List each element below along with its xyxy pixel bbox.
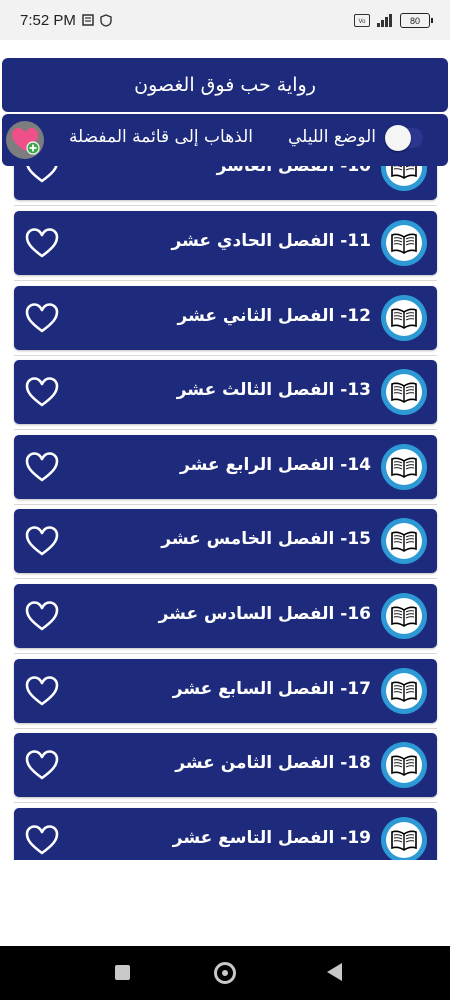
chapter-item[interactable]: 16- الفصل السادس عشر — [14, 584, 437, 648]
divider — [14, 429, 437, 430]
chapter-title: 13- الفصل الثالث عشر — [176, 380, 371, 400]
divider — [14, 205, 437, 206]
heart-outline-icon[interactable] — [24, 524, 60, 558]
book-icon — [381, 369, 427, 415]
chapter-item[interactable]: 19- الفصل التاسع عشر — [14, 808, 437, 860]
heart-outline-icon[interactable] — [24, 599, 60, 633]
app-title-bar: رواية حب فوق الغصون — [2, 58, 448, 112]
status-bar: 7:52 PM Vo 80 — [0, 0, 450, 40]
sim-card-icon — [82, 14, 94, 26]
favorites-link[interactable]: الذهاب إلى قائمة المفضلة — [69, 127, 253, 147]
options-bar: الوضع الليلي الذهاب إلى قائمة المفضلة — [2, 114, 448, 166]
status-time: 7:52 PM — [20, 12, 76, 29]
back-icon[interactable] — [327, 963, 342, 981]
chapter-item[interactable]: 10- الفصل العاشر — [14, 166, 437, 200]
chapter-title: 16- الفصل السادس عشر — [158, 604, 371, 624]
toggle-knob — [385, 125, 411, 151]
chapter-item[interactable]: 18- الفصل الثامن عشر — [14, 733, 437, 797]
shield-hand-icon — [100, 14, 112, 27]
chapter-item[interactable]: 14- الفصل الرابع عشر — [14, 435, 437, 499]
chapter-title: 18- الفصل الثامن عشر — [175, 753, 371, 773]
divider — [14, 578, 437, 579]
chapter-item[interactable]: 11- الفصل الحادي عشر — [14, 211, 437, 275]
book-icon — [381, 444, 427, 490]
heart-outline-icon[interactable] — [24, 823, 60, 857]
chapter-item[interactable]: 13- الفصل الثالث عشر — [14, 360, 437, 424]
chapter-title: 11- الفصل الحادي عشر — [171, 231, 372, 251]
signal-icon — [377, 14, 392, 27]
navigation-bar — [0, 946, 450, 1000]
chapter-title: 15- الفصل الخامس عشر — [161, 529, 371, 549]
home-dot — [222, 970, 228, 976]
book-icon — [381, 593, 427, 639]
heart-outline-icon[interactable] — [24, 748, 60, 782]
chapter-title: 12- الفصل الثاني عشر — [177, 306, 371, 326]
divider — [14, 280, 437, 281]
divider — [14, 355, 437, 356]
chapter-title: 10- الفصل العاشر — [216, 166, 371, 176]
volte-icon: Vo — [354, 14, 370, 27]
home-icon[interactable] — [214, 962, 236, 984]
status-notification-icons — [82, 14, 112, 27]
battery-icon: 80 — [400, 13, 433, 28]
chapter-item[interactable]: 12- الفصل الثاني عشر — [14, 286, 437, 350]
heart-outline-icon[interactable] — [24, 226, 60, 260]
divider — [14, 728, 437, 729]
chapter-title: 17- الفصل السابع عشر — [172, 679, 371, 699]
book-icon — [381, 518, 427, 564]
page-title: رواية حب فوق الغصون — [134, 74, 316, 96]
book-icon — [381, 220, 427, 266]
book-icon — [381, 817, 427, 860]
chapter-list[interactable]: 10- الفصل العاشر 11- الفصل الحادي عشر 12… — [0, 166, 450, 860]
divider — [14, 653, 437, 654]
night-mode-toggle[interactable] — [385, 125, 423, 151]
heart-outline-icon[interactable] — [24, 301, 60, 335]
heart-outline-icon[interactable] — [24, 450, 60, 484]
heart-outline-icon[interactable] — [24, 166, 60, 185]
heart-outline-icon[interactable] — [24, 674, 60, 708]
book-icon — [381, 166, 427, 191]
recents-icon[interactable] — [115, 965, 130, 980]
heart-outline-icon[interactable] — [24, 375, 60, 409]
night-mode-label[interactable]: الوضع الليلي — [288, 127, 376, 147]
book-icon — [381, 742, 427, 788]
chapter-title: 14- الفصل الرابع عشر — [180, 455, 371, 475]
book-icon — [381, 668, 427, 714]
battery-level: 80 — [409, 15, 420, 26]
chapter-title: 19- الفصل التاسع عشر — [172, 828, 371, 848]
book-icon — [381, 295, 427, 341]
chapter-item[interactable]: 15- الفصل الخامس عشر — [14, 509, 437, 573]
svg-text:Vo: Vo — [358, 19, 366, 25]
status-system-icons: Vo 80 — [354, 13, 433, 28]
heart-plus-icon — [12, 128, 40, 155]
favorites-button[interactable] — [6, 121, 44, 159]
divider — [14, 802, 437, 803]
chapter-item[interactable]: 17- الفصل السابع عشر — [14, 659, 437, 723]
divider — [14, 504, 437, 505]
